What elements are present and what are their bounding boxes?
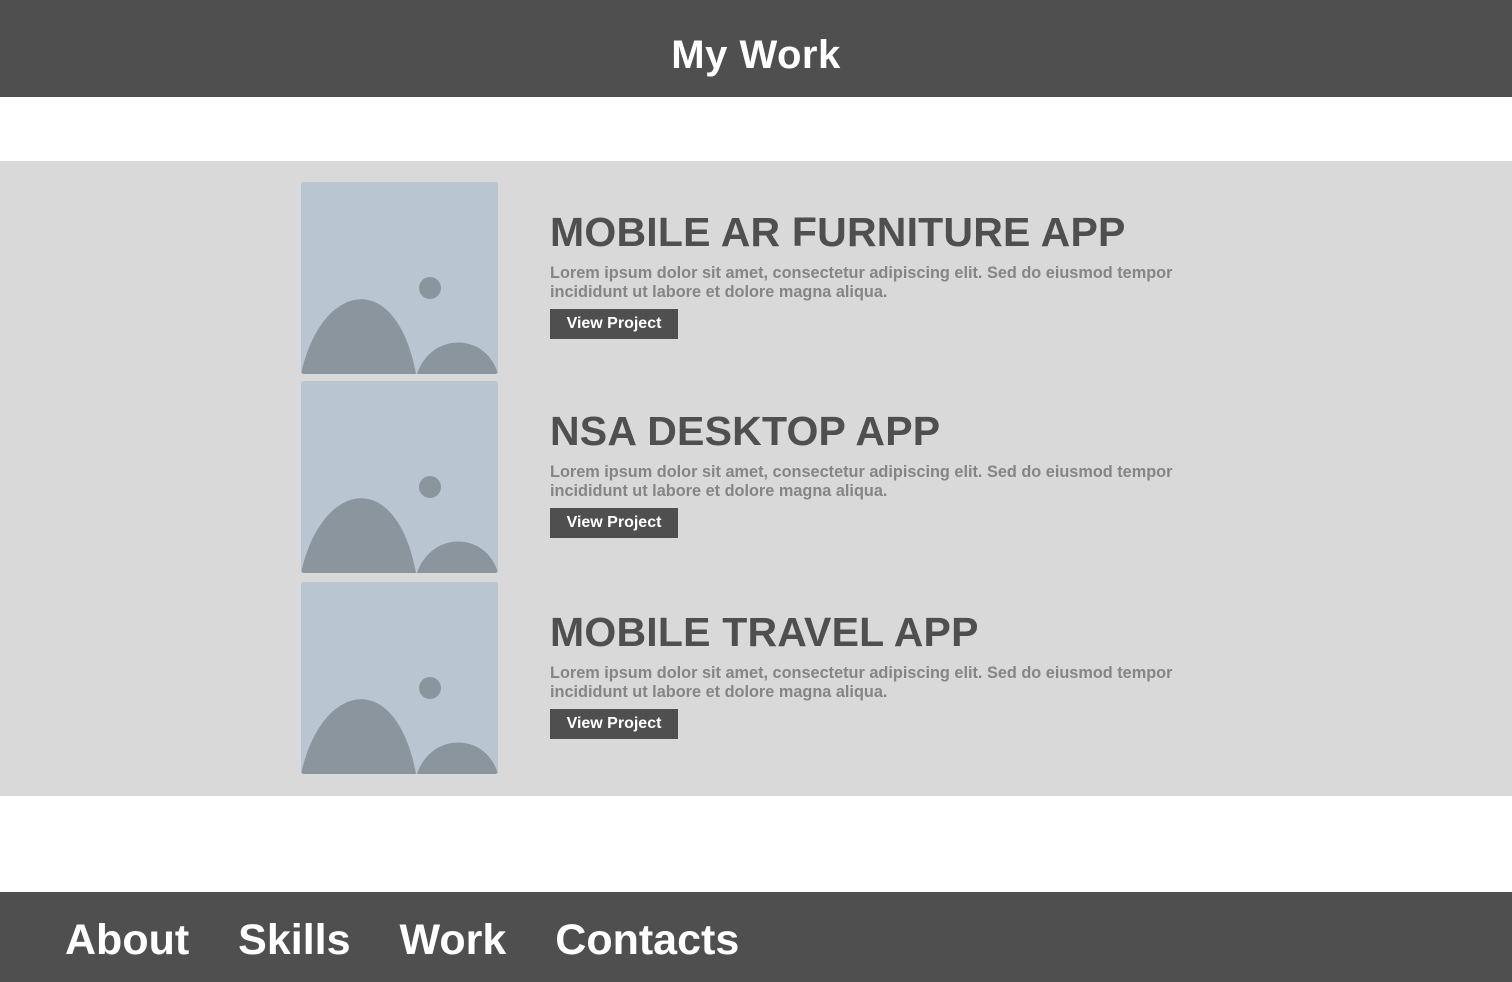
view-project-button[interactable]: View Project [550, 309, 678, 339]
project-card: MOBILE AR FURNITURE APP Lorem ipsum dolo… [301, 182, 1201, 374]
page-title: My Work [671, 33, 841, 77]
project-title: MOBILE TRAVEL APP [550, 609, 979, 655]
project-description: Lorem ipsum dolor sit amet, consectetur … [550, 264, 1173, 301]
projects-section: MOBILE AR FURNITURE APP Lorem ipsum dolo… [0, 161, 1512, 796]
nav-link-about[interactable]: About [65, 915, 189, 965]
view-project-button[interactable]: View Project [550, 508, 678, 538]
project-title: MOBILE AR FURNITURE APP [550, 209, 1126, 255]
project-description: Lorem ipsum dolor sit amet, consectetur … [550, 463, 1173, 500]
project-card: NSA DESKTOP APP Lorem ipsum dolor sit am… [301, 381, 1201, 573]
page-footer: About Skills Work Contacts [0, 892, 1512, 982]
nav-link-skills[interactable]: Skills [238, 915, 350, 965]
project-info: MOBILE AR FURNITURE APP Lorem ipsum dolo… [550, 208, 1200, 339]
footer-nav: About Skills Work Contacts [65, 915, 739, 965]
nav-link-contacts[interactable]: Contacts [555, 915, 739, 965]
image-placeholder-icon [301, 182, 498, 374]
project-info: MOBILE TRAVEL APP Lorem ipsum dolor sit … [550, 608, 1200, 739]
project-card: MOBILE TRAVEL APP Lorem ipsum dolor sit … [301, 582, 1201, 774]
image-placeholder-icon [301, 381, 498, 573]
project-info: NSA DESKTOP APP Lorem ipsum dolor sit am… [550, 407, 1200, 538]
page-header: My Work [0, 0, 1512, 97]
nav-link-work[interactable]: Work [400, 915, 507, 965]
project-description: Lorem ipsum dolor sit amet, consectetur … [550, 664, 1173, 701]
image-placeholder-icon [301, 582, 498, 774]
view-project-button[interactable]: View Project [550, 709, 678, 739]
project-title: NSA DESKTOP APP [550, 408, 941, 454]
